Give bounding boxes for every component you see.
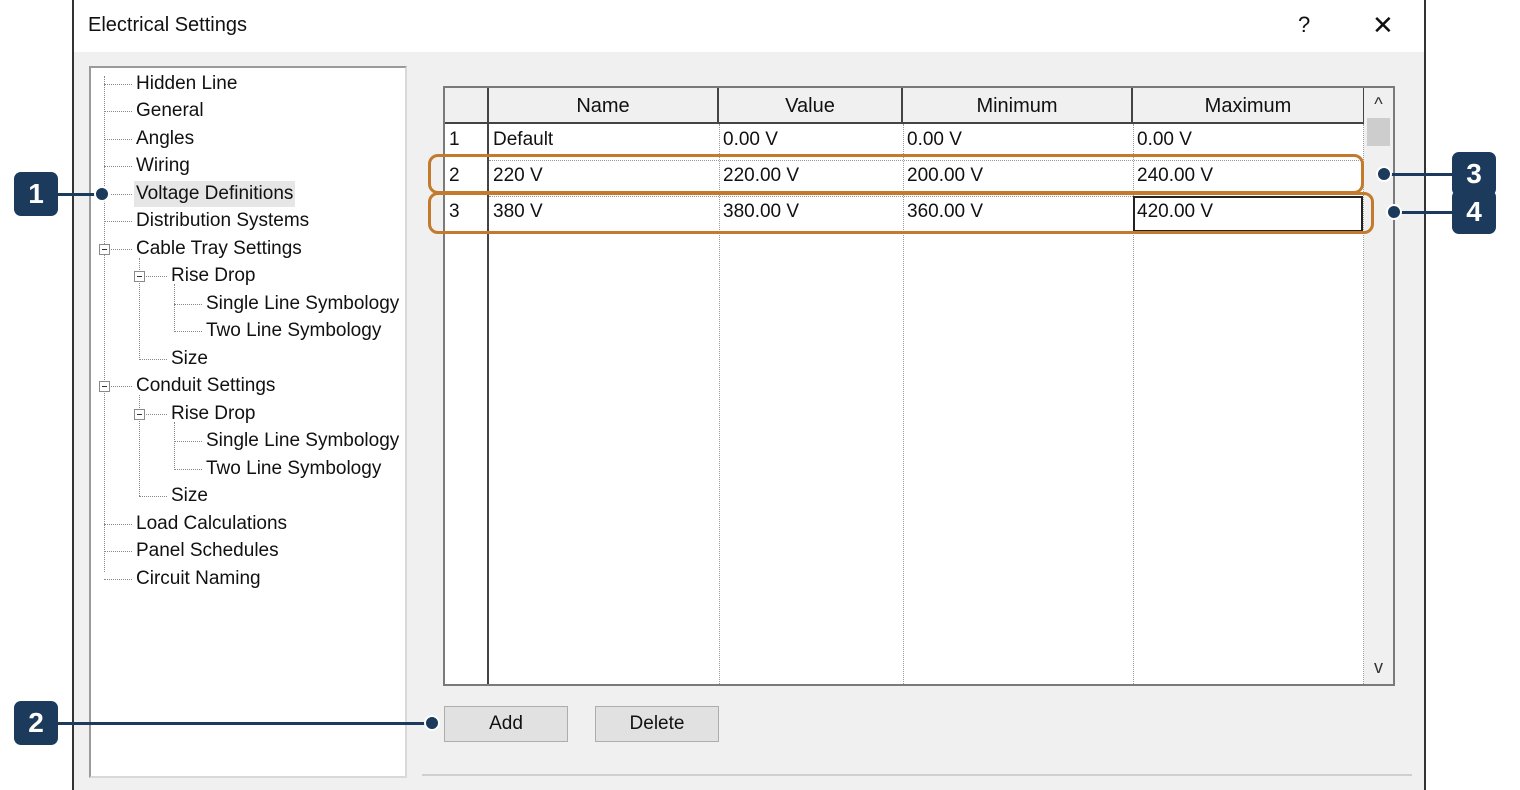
tree-item-conduit-rise-drop[interactable]: Rise Drop [169,401,257,427]
tree-item-panel-schedules[interactable]: Panel Schedules [134,538,281,564]
tree-item-load-calculations[interactable]: Load Calculations [134,511,289,537]
callout-badge-2: 2 [14,701,58,745]
callout-leader-2 [58,722,434,725]
tree-connector [104,579,132,580]
callout-dot-3 [1376,166,1392,182]
tree-item-conduit-size[interactable]: Size [169,483,210,509]
close-button[interactable]: ✕ [1372,10,1394,41]
tree-item-conduit-settings[interactable]: Conduit Settings [134,373,277,399]
column-header-value[interactable]: Value [719,88,903,124]
tree-item-circuit-naming[interactable]: Circuit Naming [134,566,263,592]
tree-item-conduit-two-line-symbology[interactable]: Two Line Symbology [204,456,383,482]
tree-item-voltage-definitions[interactable]: Voltage Definitions [134,181,296,207]
scroll-up-icon[interactable]: ^ [1364,88,1393,116]
help-button[interactable]: ? [1298,12,1310,38]
tree-connector [104,524,132,525]
collapse-icon[interactable] [134,271,145,282]
tree-item-angles[interactable]: Angles [134,126,196,152]
callout-dot-2 [424,715,440,731]
callout-leader-4 [1396,211,1452,214]
tree-connector [146,276,167,277]
tree-connector [111,249,132,250]
tree-connector [139,359,167,360]
tree-item-cable-tray-two-line-symbology[interactable]: Two Line Symbology [204,318,383,344]
callout-badge-4: 4 [1452,190,1496,234]
tree-connector [104,111,132,112]
tree-item-hidden-line[interactable]: Hidden Line [134,71,239,97]
tree-connector [174,284,175,332]
tree-connector [174,469,202,470]
tree-connector [174,422,175,470]
row-3-highlight [428,192,1374,234]
tree-item-cable-tray-rise-drop[interactable]: Rise Drop [169,263,257,289]
callout-leader-3 [1384,173,1452,176]
tree-connector [174,304,202,305]
tree-item-cable-tray-size[interactable]: Size [169,346,210,372]
collapse-icon[interactable] [99,244,110,255]
footer-divider [422,774,1412,776]
tree-item-distribution-systems[interactable]: Distribution Systems [134,208,311,234]
tree-connector [174,441,202,442]
callout-dot-1 [94,186,110,202]
tree-connector [111,386,132,387]
tree-connector [104,551,132,552]
callout-dot-4 [1386,204,1402,220]
scroll-thumb[interactable] [1367,118,1390,146]
tree-connector [104,139,132,140]
title-bar: Electrical Settings ? ✕ [74,0,1424,52]
tree-item-general[interactable]: General [134,98,206,124]
column-header-name[interactable]: Name [489,88,719,124]
tree-connector [174,331,202,332]
row-2-highlight [428,154,1364,194]
tree-item-cable-tray-single-line-symbology[interactable]: Single Line Symbology [204,291,401,317]
collapse-icon[interactable] [134,409,145,420]
tree-item-cable-tray-settings[interactable]: Cable Tray Settings [134,236,304,262]
tree-item-conduit-single-line-symbology[interactable]: Single Line Symbology [204,428,401,454]
tree-connector [104,221,132,222]
callout-badge-1: 1 [14,172,58,216]
add-button[interactable]: Add [444,706,568,742]
settings-tree[interactable]: Hidden Line General Angles Wiring Voltag… [89,66,407,778]
corner-header-cell [445,88,489,124]
electrical-settings-dialog: Electrical Settings ? ✕ Hidden Line Gene… [72,0,1426,790]
dialog-title: Electrical Settings [88,14,247,36]
collapse-icon[interactable] [99,381,110,392]
delete-button[interactable]: Delete [595,706,719,742]
tree-connector [104,84,132,85]
tree-connector [104,166,132,167]
tree-connector [104,76,105,572]
tree-item-wiring[interactable]: Wiring [134,153,192,179]
tree-connector [139,496,167,497]
column-header-maximum[interactable]: Maximum [1133,88,1365,124]
tree-connector [146,414,167,415]
column-header-minimum[interactable]: Minimum [903,88,1133,124]
scroll-down-icon[interactable]: v [1364,656,1393,684]
